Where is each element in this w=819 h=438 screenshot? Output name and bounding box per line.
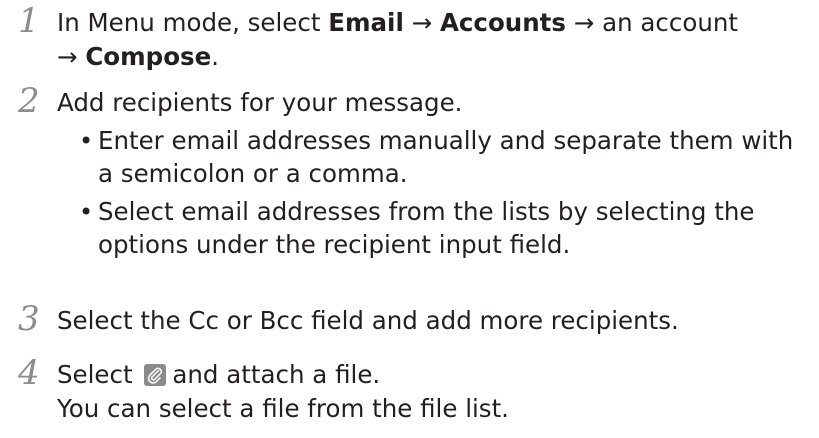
- bullet-2-line-1: Select email addresses from the lists by…: [98, 197, 755, 226]
- step-text: → an account: [565, 8, 739, 37]
- step-number: 3: [18, 299, 40, 339]
- bullet-2-line-2: options under the recipient input field.: [98, 230, 571, 259]
- step-text: and attach a file.: [172, 360, 381, 389]
- step-text: In Menu mode, select: [57, 8, 329, 37]
- paperclip-icon: [144, 364, 167, 386]
- menu-email: Email: [328, 8, 404, 37]
- step-1-line-2: → Compose.: [57, 40, 219, 74]
- bullet-icon: •: [79, 127, 94, 155]
- bullet-1-line-1: Enter email addresses manually and separ…: [98, 126, 794, 155]
- step-1-line-1: In Menu mode, select Email → Accounts → …: [57, 6, 738, 40]
- step-text: .: [211, 42, 220, 71]
- menu-compose: Compose: [85, 42, 212, 71]
- arrow-text: →: [403, 8, 440, 37]
- arrow-text: →: [57, 42, 86, 71]
- step-text: Select: [57, 360, 141, 389]
- bullet-1-line-2: a semicolon or a comma.: [98, 159, 408, 188]
- step-number: 2: [18, 81, 40, 121]
- menu-accounts: Accounts: [439, 8, 566, 37]
- step-number: 4: [18, 353, 40, 393]
- step-number: 1: [18, 1, 40, 41]
- step-3-text: Select the Cc or Bcc field and add more …: [57, 306, 679, 335]
- step-4-line-1: Select and attach a file.: [57, 358, 380, 392]
- step-2-text: Add recipients for your message.: [57, 88, 463, 117]
- step-4-line-2: You can select a file from the file list…: [57, 394, 509, 423]
- bullet-icon: •: [79, 198, 94, 226]
